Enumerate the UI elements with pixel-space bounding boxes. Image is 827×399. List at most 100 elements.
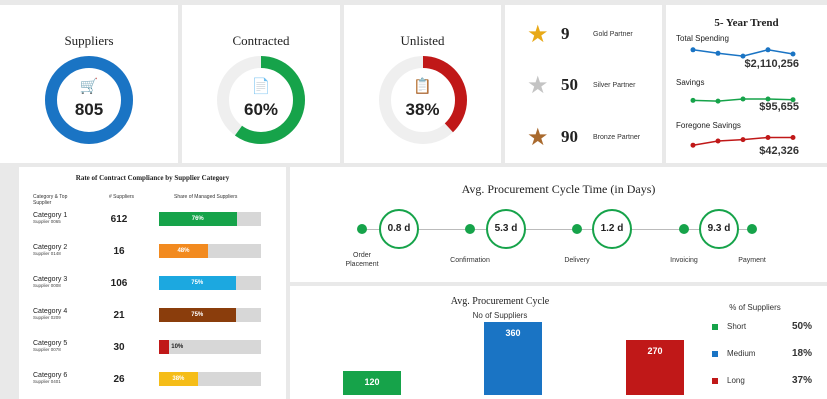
- trend-label-foregone-savings: Foregone Savings: [676, 121, 741, 130]
- bar-value-label: 360: [505, 328, 521, 338]
- partner-label: Silver Partner: [593, 81, 636, 89]
- kpi-title: Contracted: [232, 33, 290, 48]
- sparkline-point: [715, 50, 721, 56]
- row-category: Category 4 Supplier 0209: [33, 308, 68, 320]
- row-supplier-count: 26: [113, 374, 125, 385]
- row-supplier-count: 21: [113, 310, 125, 321]
- partner-label: Bronze Partner: [593, 133, 641, 141]
- share-bar-label: 48%: [177, 248, 190, 254]
- row-top-supplier: Supplier 0401: [33, 379, 61, 384]
- step-dot-order-placement: [357, 224, 367, 234]
- row-top-supplier: Supplier 0209: [33, 315, 61, 320]
- legend-title: % of Suppliers: [729, 303, 781, 312]
- legend-percent: 50%: [791, 321, 812, 332]
- chart-ylabel: No of Suppliers: [472, 311, 528, 320]
- row-category: Category 2 Supplier 0148: [33, 244, 68, 256]
- share-bar-track: 48%: [159, 244, 261, 258]
- step-label-payment: Payment: [738, 257, 766, 264]
- clipboard-list-icon: 📋: [413, 78, 432, 95]
- row-category: Category 5 Supplier 0078: [33, 340, 68, 352]
- legend-item-long: Long 37%: [712, 375, 812, 387]
- bar-long: 270: [626, 340, 684, 395]
- contract-document-icon: 📄: [251, 78, 271, 95]
- duration-1: 0.8 d: [379, 209, 419, 249]
- chart-title: Avg. Procurement Cycle: [450, 296, 550, 307]
- silver-star-icon: ★: [527, 71, 549, 99]
- kpi-title: Suppliers: [64, 33, 114, 48]
- step-dot-confirmation: [465, 224, 475, 234]
- step-dot-delivery: [572, 224, 582, 234]
- sparkline-point: [740, 137, 746, 143]
- step-label-delivery: Delivery: [564, 257, 590, 264]
- step-label-confirmation: Confirmation: [450, 257, 490, 264]
- partner-gold: ★ 9 Gold Partner: [527, 19, 633, 49]
- trend-label-total-spending: Total Spending: [676, 34, 729, 43]
- trend-value-total-spending: $2,110,256: [744, 58, 799, 70]
- partners-card: ★ 9 Gold Partner ★ 50 Silver Partner ★ 9…: [505, 5, 662, 163]
- trend-value-foregone-savings: $42,326: [759, 145, 799, 157]
- trend-card: 5- Year Trend Total Spending $2,110,256 …: [666, 5, 827, 163]
- row-category: Category 3 Supplier 0008: [33, 276, 68, 288]
- trend-label-savings: Savings: [676, 78, 705, 87]
- bar-value-label: 270: [647, 346, 663, 356]
- kpi-value: 38%: [405, 100, 440, 119]
- shopping-cart-icon: 🛒: [79, 78, 99, 95]
- bar-medium: 360: [484, 322, 542, 395]
- header-suppliers: # Suppliers: [109, 194, 135, 200]
- legend-percent: 37%: [791, 375, 812, 386]
- step-label-order-placement: Order Placement: [345, 252, 379, 268]
- step-dot-payment: [747, 224, 757, 234]
- kpi-value: 60%: [243, 100, 279, 119]
- compliance-title: Rate of Contract Compliance by Supplier …: [75, 174, 230, 182]
- share-bar-label: 75%: [191, 312, 204, 318]
- sparkline-point: [740, 96, 746, 102]
- kpi-title: Unlisted: [400, 33, 445, 48]
- sparkline-point: [765, 47, 771, 53]
- header-share: Share of Managed Suppliers: [174, 194, 238, 200]
- row-top-supplier: Supplier 0148: [33, 251, 61, 256]
- share-bar-track: 76%: [159, 212, 261, 226]
- step-label-invoicing: Invoicing: [670, 257, 698, 264]
- cycle-time-card: Avg. Procurement Cycle Time (in Days) 0.…: [290, 167, 827, 282]
- legend-item-medium: Medium 18%: [712, 348, 812, 360]
- share-bar-fill: [159, 340, 170, 354]
- legend-label: Short: [727, 322, 747, 331]
- legend-swatch: [712, 351, 718, 357]
- share-bar-track: 75%: [159, 308, 261, 322]
- sparkline-point: [690, 97, 696, 103]
- kpi-value: 805: [74, 100, 104, 119]
- share-bar-label: 76%: [191, 216, 204, 222]
- avg-cycle-card: Avg. Procurement Cycle No of Suppliers 1…: [290, 286, 827, 399]
- legend-swatch: [712, 378, 718, 384]
- sparkline-point: [790, 51, 796, 57]
- legend-swatch: [712, 324, 718, 330]
- duration-2: 5.3 d: [486, 209, 526, 249]
- kpi-card-contracted: Contracted 📄 60%: [182, 5, 340, 163]
- share-bar-track: 10%: [159, 340, 261, 354]
- legend-percent: 18%: [791, 348, 812, 359]
- step-dot-invoicing: [679, 224, 689, 234]
- share-bar-track: 38%: [159, 372, 261, 386]
- legend-label: Long: [727, 376, 745, 385]
- legend-item-short: Short 50%: [712, 321, 812, 333]
- row-category: Category 1 Supplier 0065: [33, 212, 68, 224]
- partner-silver: ★ 50 Silver Partner: [527, 70, 635, 100]
- row-supplier-count: 30: [113, 342, 125, 353]
- cycle-time-title: Avg. Procurement Cycle Time (in Days): [461, 182, 656, 196]
- partner-count: 9: [561, 24, 570, 43]
- sparkline-point: [690, 47, 696, 53]
- gold-star-icon: ★: [527, 20, 549, 48]
- header-category: Category & Top Supplier: [33, 194, 68, 206]
- share-bar-label: 38%: [172, 376, 185, 382]
- trend-title: 5- Year Trend: [714, 17, 779, 29]
- duration-4: 9.3 d: [699, 209, 739, 249]
- trend-value-savings: $95,655: [759, 101, 799, 113]
- partner-label: Gold Partner: [593, 30, 633, 38]
- row-top-supplier: Supplier 0008: [33, 283, 61, 288]
- row-top-supplier: Supplier 0065: [33, 219, 61, 224]
- row-top-supplier: Supplier 0078: [33, 347, 61, 352]
- partner-bronze: ★ 90 Bronze Partner: [527, 122, 640, 152]
- kpi-card-unlisted: Unlisted 📋 38%: [344, 5, 501, 163]
- partner-count: 50: [561, 75, 578, 94]
- timeline-line: [362, 229, 752, 230]
